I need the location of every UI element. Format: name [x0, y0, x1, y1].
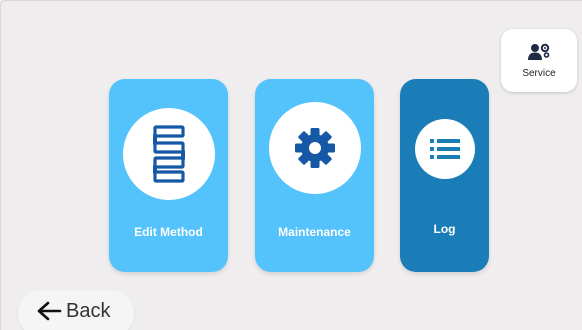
log-tile[interactable]: Log	[400, 79, 489, 272]
back-label: Back	[66, 300, 111, 322]
arrow-left-icon	[37, 301, 62, 321]
log-icon-circle	[415, 119, 475, 179]
service-label: Service	[522, 67, 556, 79]
main-screen: Service Edit Method Maintenance Log Back	[0, 0, 582, 330]
edit-method-label: Edit Method	[134, 225, 203, 239]
service-button[interactable]: Service	[501, 29, 577, 92]
maintenance-label: Maintenance	[278, 225, 351, 239]
edit-method-tile[interactable]: Edit Method	[109, 79, 228, 272]
user-gear-icon	[528, 43, 550, 60]
edit-method-icon-circle	[123, 108, 215, 200]
back-button[interactable]: Back	[18, 290, 134, 330]
maintenance-icon-circle	[269, 102, 361, 194]
flowchart-icon	[153, 125, 185, 183]
list-icon	[430, 139, 460, 159]
log-label: Log	[433, 222, 456, 236]
maintenance-tile[interactable]: Maintenance	[255, 79, 374, 272]
gear-icon	[295, 128, 335, 168]
